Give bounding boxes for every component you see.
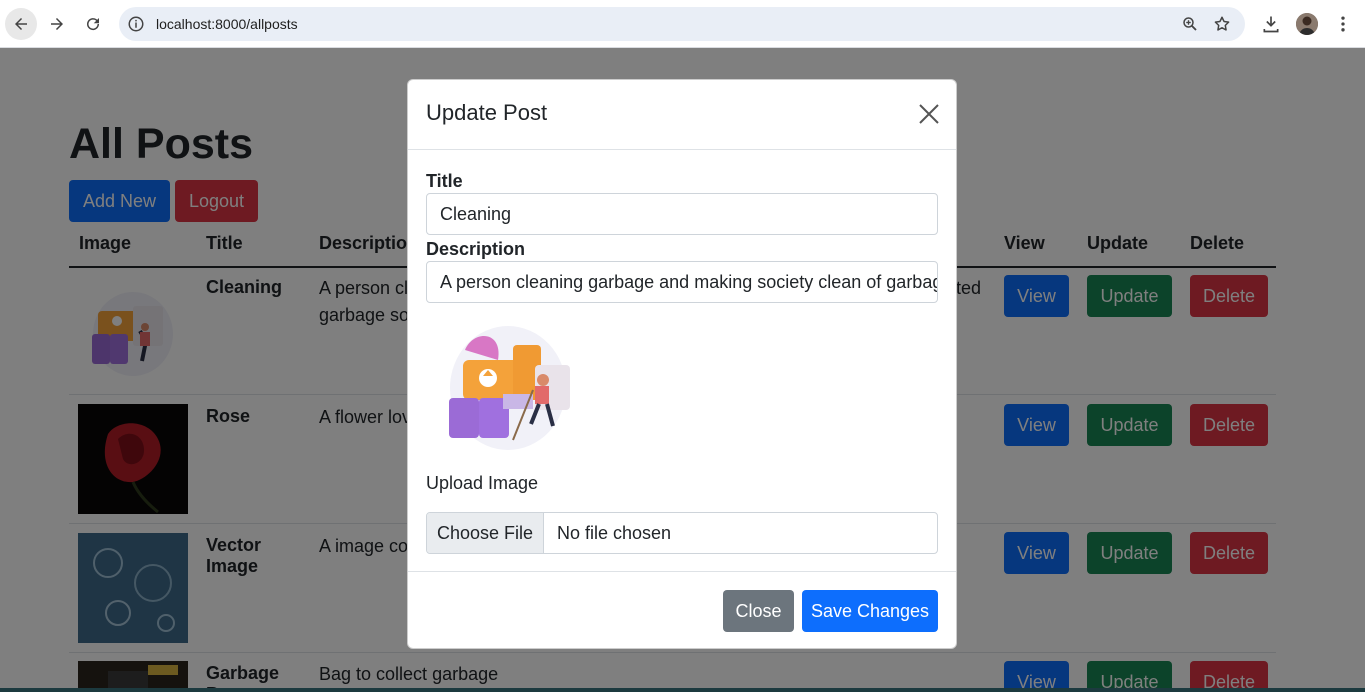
save-changes-button[interactable]: Save Changes [802,590,938,632]
bookmark-star-icon[interactable] [1213,15,1231,33]
zoom-icon[interactable] [1181,15,1199,33]
image-preview [443,320,573,450]
update-post-modal: Update Post Title Cleaning Description A… [407,79,957,649]
download-icon[interactable] [1261,14,1281,34]
title-label: Title [426,171,463,191]
reload-icon [87,18,100,31]
description-label: Description [426,239,526,259]
back-button[interactable] [5,8,37,40]
address-bar[interactable]: localhost:8000/allposts [119,7,1245,41]
back-arrow-icon [15,18,27,30]
description-input[interactable]: A person cleaning garbage and making soc… [426,261,938,303]
modal-footer: Close Save Changes [408,571,956,648]
reload-button[interactable] [77,8,109,40]
close-button[interactable]: Close [723,590,794,632]
upload-image-label: Upload Image [426,473,539,493]
taskbar-strip [0,688,1365,692]
forward-button[interactable] [41,8,73,40]
modal-title: Update Post [426,100,548,125]
avatar-icon [1296,13,1318,35]
browser-toolbar: localhost:8000/allposts [0,0,1365,48]
url-text: localhost:8000/allposts [156,16,298,32]
site-info-icon[interactable] [127,15,145,33]
more-menu-icon[interactable] [1333,14,1353,34]
profile-avatar[interactable] [1296,13,1318,35]
close-icon[interactable] [918,103,940,125]
modal-header: Update Post [408,80,956,150]
file-input[interactable]: Choose File No file chosen [426,512,938,554]
file-status-text: No file chosen [557,523,672,543]
choose-file-button[interactable]: Choose File [427,513,544,553]
forward-arrow-icon [51,18,63,30]
title-input[interactable]: Cleaning [426,193,938,235]
